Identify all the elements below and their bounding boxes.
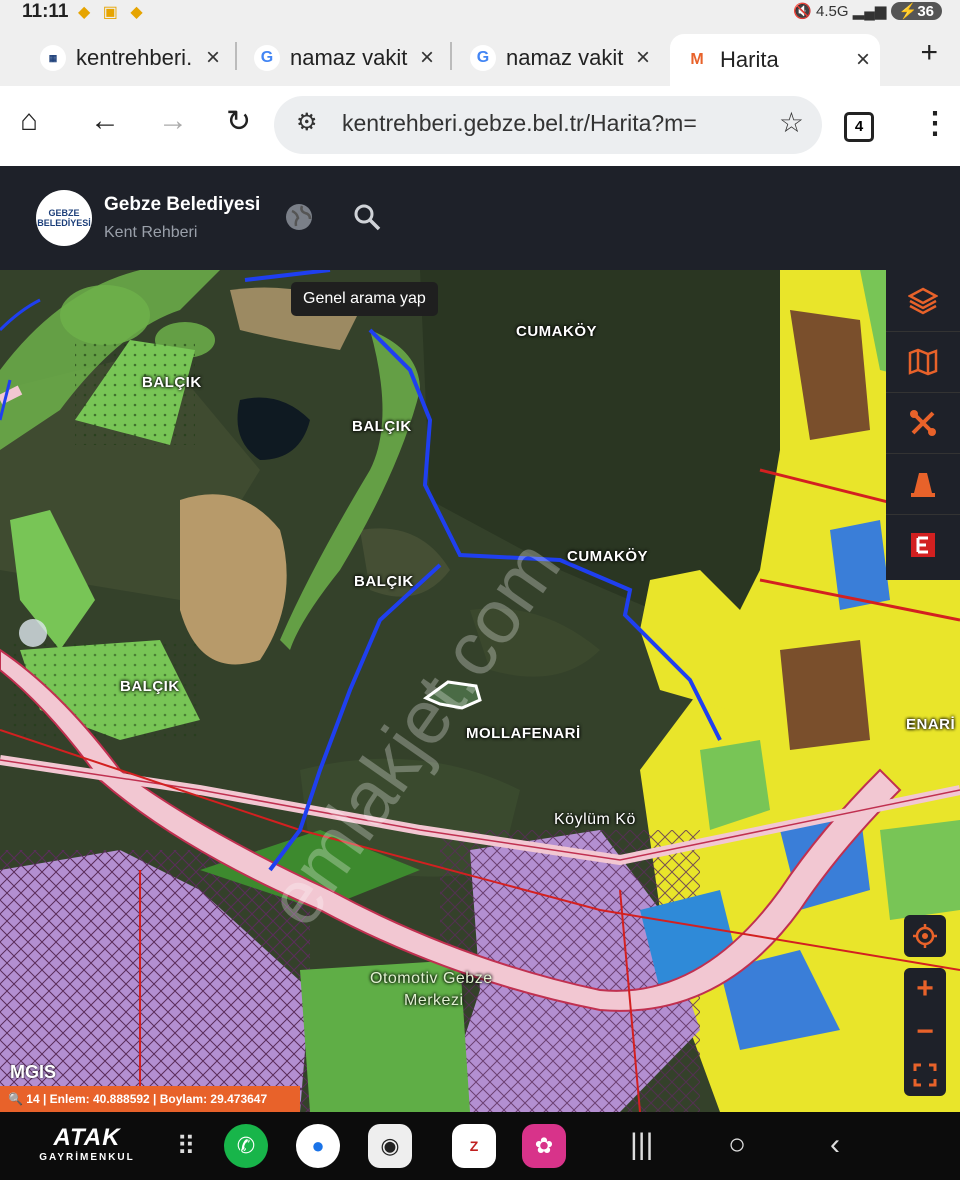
tab-kentrehberi[interactable]: ▦ kentrehberi. × [40, 34, 230, 82]
status-bar: 11:11 ◆ ▣ ◆ 🔇 4.5G ▂▄▆ ⚡36 [0, 0, 960, 28]
tab-namaz-1[interactable]: G namaz vakit × [254, 34, 444, 82]
messages-app-icon[interactable]: ● [296, 1124, 340, 1168]
search-tooltip: Genel arama yap [291, 282, 438, 316]
fullscreen-button[interactable] [904, 1054, 946, 1096]
phone-app-icon[interactable]: ✆ [224, 1124, 268, 1168]
browser-toolbar: ⌂ ← → ↻ ⚙ kentrehberi.gebze.bel.tr/Harit… [0, 86, 960, 166]
app-drawer-icon[interactable]: ⠿ [164, 1124, 208, 1168]
layers-icon [908, 287, 938, 314]
app-name: Gebze Belediyesi [104, 194, 261, 215]
tools-icon [910, 409, 936, 436]
fullscreen-icon [913, 1063, 937, 1087]
camera-app-icon[interactable]: ◉ [368, 1124, 412, 1168]
home-icon[interactable]: ⌂ [20, 104, 38, 138]
tab-harita[interactable]: M Harita × [670, 34, 880, 86]
close-tab-icon[interactable]: × [636, 44, 650, 72]
app-subtitle: Kent Rehberi [104, 224, 198, 241]
poi-marker[interactable] [19, 619, 47, 647]
tab-divider [235, 42, 237, 70]
place-label: Köylüm Kö [554, 811, 636, 828]
gebze-logo[interactable]: GEBZE BELEDİYESİ [36, 190, 92, 246]
harita-favicon: M [690, 51, 704, 68]
mute-icon: 🔇 [793, 3, 812, 20]
brand-line2: GAYRİMENKUL [39, 1152, 135, 1163]
new-tab-button[interactable]: + [920, 36, 938, 70]
locate-button[interactable] [904, 915, 946, 957]
search-small-icon: 🔍 [8, 1092, 27, 1106]
android-nav-bar: ATAK GAYRİMENKUL ⠿ ✆ ● ◉ Z ✿ ||| ○ ‹ [0, 1112, 960, 1180]
address-bar[interactable]: ⚙ kentrehberi.gebze.bel.tr/Harita?m= ☆ [274, 96, 822, 154]
interchange [60, 285, 150, 345]
google-favicon: G [470, 45, 496, 71]
place-label: Otomotiv Gebze [370, 970, 493, 987]
coordinate-text: 14 | Enlem: 40.888592 | Boylam: 29.47364… [26, 1092, 268, 1106]
gis-brand: MGIS [10, 1062, 57, 1082]
ziraat-app-icon[interactable]: Z [452, 1124, 496, 1168]
brand-line1: ATAK [53, 1124, 121, 1151]
cone-button[interactable] [886, 453, 960, 515]
e-button[interactable] [886, 514, 960, 575]
signal-label: 4.5G [816, 3, 849, 20]
signal-icon: ▂▄▆ [852, 3, 887, 20]
basemap-button[interactable] [886, 331, 960, 393]
reload-icon[interactable]: ↻ [226, 104, 251, 139]
bookmark-star-icon[interactable]: ☆ [779, 106, 804, 139]
layers-button[interactable] [886, 270, 960, 332]
battery-badge: ⚡36 [890, 2, 942, 20]
parcel-green [880, 820, 960, 920]
crosshair-icon [913, 924, 937, 948]
forward-icon[interactable]: → [158, 104, 188, 138]
place-label: BALÇIK [352, 418, 412, 435]
place-label: BALÇIK [354, 573, 414, 590]
place-label: ENARİ [906, 716, 956, 733]
historic-zone [780, 640, 870, 750]
tab-namaz-2[interactable]: G namaz vakit × [470, 34, 660, 82]
quarry-area [180, 494, 287, 665]
tab-title: namaz vakit [506, 45, 624, 70]
globe-icon[interactable] [284, 202, 314, 232]
home-nav-icon[interactable]: ○ [728, 1128, 746, 1162]
coordinate-readout: 🔍 14 | Enlem: 40.888592 | Boylam: 29.473… [0, 1086, 300, 1112]
google-favicon: G [254, 45, 280, 71]
map-icon [908, 348, 938, 375]
tools-button[interactable] [886, 392, 960, 454]
back-nav-icon[interactable]: ‹ [830, 1128, 840, 1162]
notification-icons: ◆ ▣ ◆ [78, 4, 147, 21]
status-right: 🔇 4.5G ▂▄▆ ⚡36 [793, 2, 942, 20]
place-label: BALÇIK [142, 374, 202, 391]
zoom-controls: + − [904, 968, 946, 1096]
tab-title: kentrehberi. [76, 45, 193, 70]
browser-menu-icon[interactable]: ⋮ [920, 106, 950, 141]
tab-divider [450, 42, 452, 70]
tab-title: Harita [720, 47, 779, 72]
map-toolbar [886, 270, 960, 580]
url-text: kentrehberi.gebze.bel.tr/Harita?m= [342, 110, 697, 136]
close-tab-icon[interactable]: × [856, 46, 870, 74]
close-tab-icon[interactable]: × [206, 44, 220, 72]
place-label: Merkezi [404, 992, 464, 1009]
place-label: MOLLAFENARİ [466, 725, 581, 742]
app-header: GEBZE BELEDİYESİ Gebze Belediyesi Kent R… [0, 166, 960, 270]
search-icon[interactable] [352, 202, 382, 232]
clock: 11:11 [22, 1, 69, 22]
recents-icon[interactable]: ||| [630, 1128, 653, 1162]
zoom-in-button[interactable]: + [904, 968, 946, 1010]
atak-watermark: ATAK GAYRİMENKUL [22, 1124, 152, 1163]
e-icon [911, 532, 935, 557]
tab-switcher-button[interactable]: 4 [844, 112, 874, 142]
gallery-app-icon[interactable]: ✿ [522, 1124, 566, 1168]
back-icon[interactable]: ← [90, 104, 120, 138]
site-settings-icon[interactable]: ⚙ [296, 108, 318, 137]
tab-title: namaz vakit [290, 45, 408, 70]
place-label: CUMAKÖY [516, 323, 597, 340]
cone-icon [911, 472, 935, 497]
zoom-out-button[interactable]: − [904, 1011, 946, 1053]
close-tab-icon[interactable]: × [420, 44, 434, 72]
gebze-favicon: ▦ [40, 45, 66, 71]
place-label: BALÇIK [120, 678, 180, 695]
parcel-texture [75, 340, 195, 445]
place-label: CUMAKÖY [567, 548, 648, 565]
browser-tab-bar: ▦ kentrehberi. × G namaz vakit × G namaz… [0, 28, 960, 86]
